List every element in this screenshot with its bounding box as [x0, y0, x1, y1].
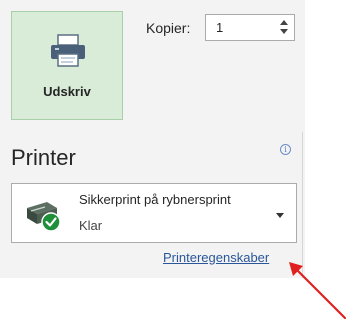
printer-properties-link[interactable]: Printeregenskaber — [163, 250, 269, 265]
print-button[interactable]: Udskriv — [11, 11, 123, 120]
copies-stepper[interactable]: 1 — [205, 14, 295, 41]
chevron-up-icon[interactable] — [280, 20, 288, 25]
printer-ready-icon — [23, 198, 63, 237]
chevron-down-icon[interactable] — [280, 29, 288, 34]
printer-select[interactable]: Sikkerprint på rybnersprint Klar — [11, 183, 297, 243]
copies-spinner[interactable] — [279, 18, 289, 37]
chevron-down-icon[interactable] — [276, 213, 284, 218]
printer-section-title: Printer — [11, 145, 76, 170]
info-icon[interactable]: i — [280, 144, 291, 155]
copies-label: Kopier: — [146, 20, 191, 36]
printer-name: Sikkerprint på rybnersprint — [79, 192, 231, 207]
panel-divider — [302, 132, 303, 278]
printer-icon — [49, 34, 87, 73]
printer-status: Klar — [79, 218, 103, 233]
copies-value[interactable]: 1 — [216, 20, 223, 35]
print-button-label: Udskriv — [43, 84, 91, 99]
annotation-arrow-icon — [285, 258, 349, 327]
